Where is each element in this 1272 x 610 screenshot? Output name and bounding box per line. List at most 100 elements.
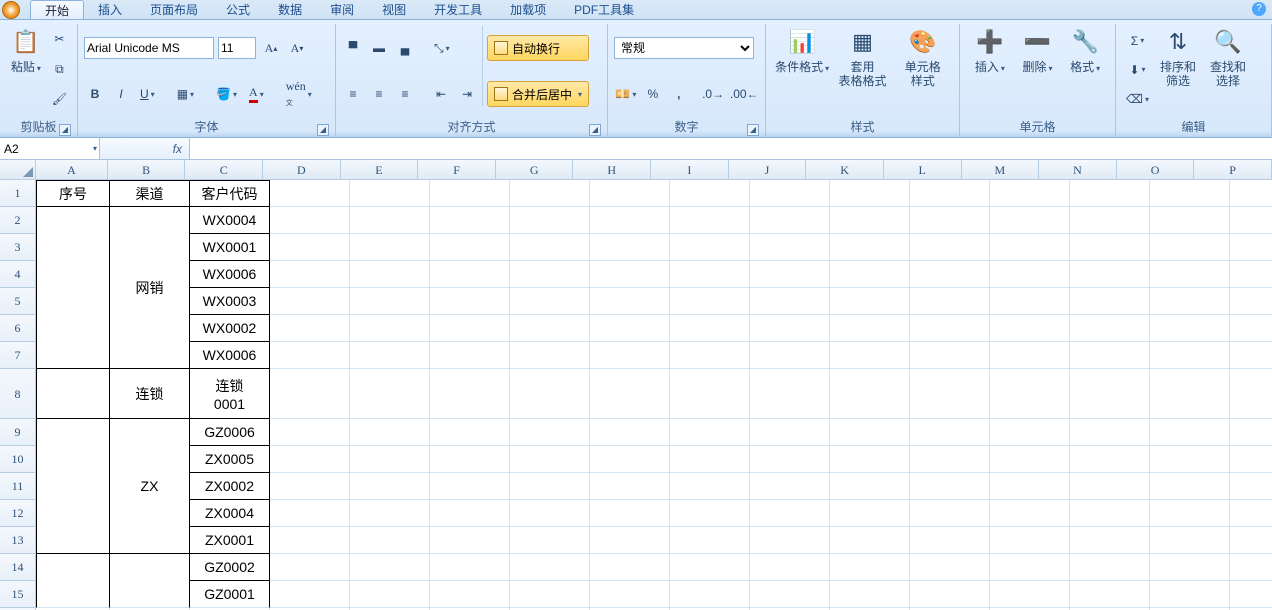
data-cell-C14[interactable]: GZ0002	[190, 554, 270, 581]
row-header-5[interactable]: 5	[0, 288, 36, 315]
cell-H3[interactable]	[590, 234, 670, 261]
merge-center-button[interactable]: 合并后居中▾	[487, 81, 589, 107]
clear-button[interactable]: ⌫▾	[1122, 88, 1153, 110]
cell-K2[interactable]	[830, 207, 910, 234]
cell-O14[interactable]	[1150, 554, 1230, 581]
cell-N13[interactable]	[1070, 527, 1150, 554]
cell-D14[interactable]	[270, 554, 350, 581]
cell-D12[interactable]	[270, 500, 350, 527]
accounting-format-button[interactable]: 💴▾	[614, 83, 638, 105]
cell-M6[interactable]	[990, 315, 1070, 342]
autosum-button[interactable]: Σ▾	[1122, 30, 1153, 52]
col-header-D[interactable]: D	[263, 160, 341, 180]
cell-M7[interactable]	[990, 342, 1070, 369]
cell-H6[interactable]	[590, 315, 670, 342]
cell-D7[interactable]	[270, 342, 350, 369]
cell-N9[interactable]	[1070, 419, 1150, 446]
col-header-M[interactable]: M	[962, 160, 1040, 180]
cell-D11[interactable]	[270, 473, 350, 500]
data-cell-B9[interactable]: ZX	[110, 419, 190, 554]
conditional-format-button[interactable]: 📊条件格式▾	[774, 24, 830, 76]
cell-F3[interactable]	[430, 234, 510, 261]
cell-H2[interactable]	[590, 207, 670, 234]
cell-K13[interactable]	[830, 527, 910, 554]
cell-E1[interactable]	[350, 180, 430, 207]
cell-P5[interactable]	[1230, 288, 1272, 315]
grow-font-button[interactable]: A▴	[260, 37, 282, 59]
cell-M14[interactable]	[990, 554, 1070, 581]
cell-M1[interactable]	[990, 180, 1070, 207]
cell-K9[interactable]	[830, 419, 910, 446]
cell-M8[interactable]	[990, 369, 1070, 419]
data-cell-C5[interactable]: WX0003	[190, 288, 270, 315]
cell-L12[interactable]	[910, 500, 990, 527]
align-left-button[interactable]: ≡	[342, 83, 364, 105]
align-top-button[interactable]: ▀	[342, 37, 364, 59]
number-dialog-launcher[interactable]: ◢	[747, 124, 759, 136]
cell-N5[interactable]	[1070, 288, 1150, 315]
row-header-4[interactable]: 4	[0, 261, 36, 288]
cell-F7[interactable]	[430, 342, 510, 369]
cell-I6[interactable]	[670, 315, 750, 342]
cell-I11[interactable]	[670, 473, 750, 500]
cell-D6[interactable]	[270, 315, 350, 342]
cell-D13[interactable]	[270, 527, 350, 554]
cell-M13[interactable]	[990, 527, 1070, 554]
cell-J8[interactable]	[750, 369, 830, 419]
cell-I9[interactable]	[670, 419, 750, 446]
cell-P6[interactable]	[1230, 315, 1272, 342]
cell-K15[interactable]	[830, 581, 910, 608]
italic-button[interactable]: I	[110, 83, 132, 105]
align-middle-button[interactable]: ▬	[368, 37, 390, 59]
cell-P7[interactable]	[1230, 342, 1272, 369]
cell-J14[interactable]	[750, 554, 830, 581]
cell-K14[interactable]	[830, 554, 910, 581]
data-cell-C12[interactable]: ZX0004	[190, 500, 270, 527]
cell-M2[interactable]	[990, 207, 1070, 234]
cell-O8[interactable]	[1150, 369, 1230, 419]
cell-K8[interactable]	[830, 369, 910, 419]
cell-E5[interactable]	[350, 288, 430, 315]
cell-N15[interactable]	[1070, 581, 1150, 608]
select-all-corner[interactable]	[0, 160, 36, 180]
cell-styles-button[interactable]: 🎨单元格 样式	[895, 24, 951, 88]
cell-P15[interactable]	[1230, 581, 1272, 608]
cell-I7[interactable]	[670, 342, 750, 369]
data-cell-C6[interactable]: WX0002	[190, 315, 270, 342]
orientation-button[interactable]: ⤡▾	[430, 37, 454, 59]
tab-2[interactable]: 页面布局	[136, 0, 212, 19]
cell-D15[interactable]	[270, 581, 350, 608]
cell-O10[interactable]	[1150, 446, 1230, 473]
cell-E8[interactable]	[350, 369, 430, 419]
cell-J7[interactable]	[750, 342, 830, 369]
cell-O9[interactable]	[1150, 419, 1230, 446]
cell-O11[interactable]	[1150, 473, 1230, 500]
cell-K10[interactable]	[830, 446, 910, 473]
row-header-11[interactable]: 11	[0, 473, 36, 500]
cell-P10[interactable]	[1230, 446, 1272, 473]
cell-E4[interactable]	[350, 261, 430, 288]
cell-H11[interactable]	[590, 473, 670, 500]
data-cell-C15[interactable]: GZ0001	[190, 581, 270, 608]
col-header-F[interactable]: F	[418, 160, 496, 180]
cell-N10[interactable]	[1070, 446, 1150, 473]
cell-K1[interactable]	[830, 180, 910, 207]
cell-D4[interactable]	[270, 261, 350, 288]
decrease-indent-button[interactable]: ⇤	[430, 83, 452, 105]
font-name-select[interactable]	[84, 37, 214, 59]
data-cell-C11[interactable]: ZX0002	[190, 473, 270, 500]
cell-E15[interactable]	[350, 581, 430, 608]
cell-J10[interactable]	[750, 446, 830, 473]
cell-O1[interactable]	[1150, 180, 1230, 207]
cell-P1[interactable]	[1230, 180, 1272, 207]
cell-I15[interactable]	[670, 581, 750, 608]
cell-O2[interactable]	[1150, 207, 1230, 234]
col-header-L[interactable]: L	[884, 160, 962, 180]
cell-K7[interactable]	[830, 342, 910, 369]
cell-H9[interactable]	[590, 419, 670, 446]
cell-J5[interactable]	[750, 288, 830, 315]
cell-I5[interactable]	[670, 288, 750, 315]
cell-E2[interactable]	[350, 207, 430, 234]
cell-L3[interactable]	[910, 234, 990, 261]
cell-L6[interactable]	[910, 315, 990, 342]
